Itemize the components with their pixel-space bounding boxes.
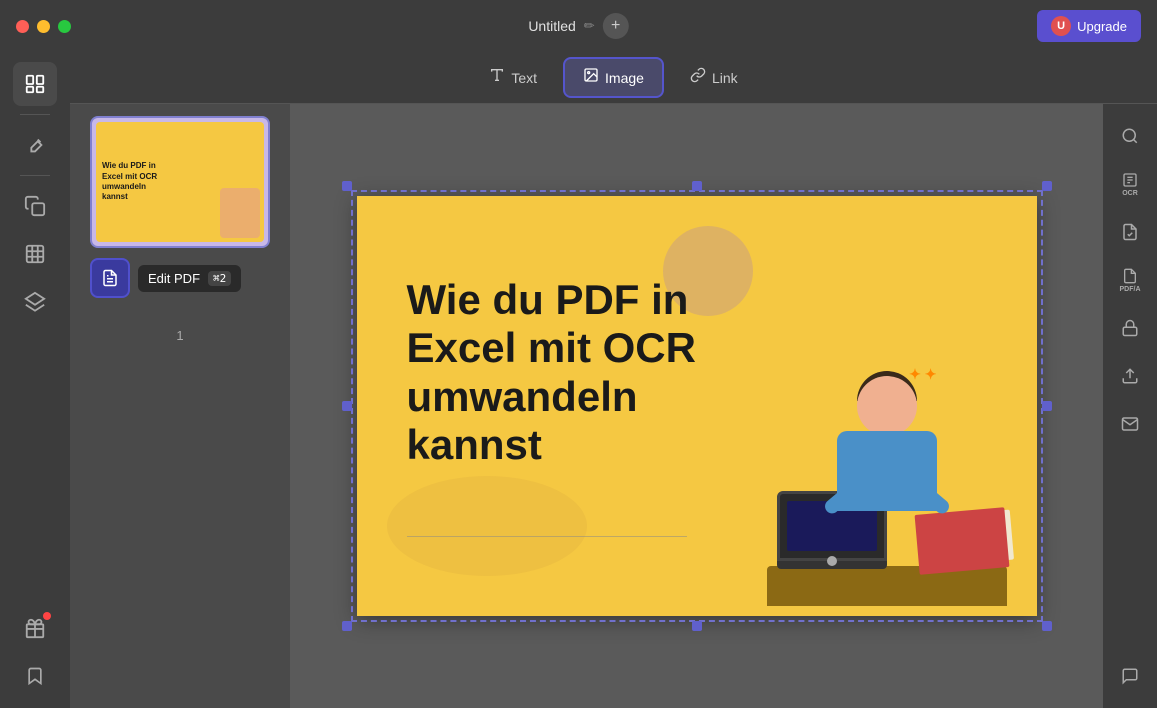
canvas-area[interactable]: Wie du PDF in Excel mit OCR umwandeln ka… [290,104,1103,708]
desk [767,566,1007,606]
document-title: Untitled [528,18,575,34]
sidebar-item-bookmark[interactable] [13,654,57,698]
right-sidebar-search[interactable] [1108,114,1152,158]
pdf-content: Wie du PDF in Excel mit OCR umwandeln ka… [357,196,1037,616]
handle-top-left[interactable] [342,181,352,191]
stress-lines: ✦ ✦ [909,366,936,383]
edit-pdf-text: Edit PDF [148,271,200,286]
pdf-divider-line [407,536,687,537]
minimize-button[interactable] [37,20,50,33]
edit-pdf-shortcut: ⌘2 [208,271,231,286]
title-area: Untitled ✏ + [528,13,628,39]
link-tool-label: Link [712,70,738,86]
pdf-bg-blob [387,476,587,576]
upgrade-button[interactable]: U Upgrade [1037,10,1141,42]
pdf-title-line3: umwandeln [407,373,696,421]
right-sidebar-ocr[interactable]: OCR [1108,162,1152,206]
pdf-title: Wie du PDF in Excel mit OCR umwandeln ka… [407,276,696,469]
edit-pdf-button[interactable] [90,258,130,298]
right-sidebar-pdfa[interactable]: PDF/A [1108,258,1152,302]
handle-bottom-left[interactable] [342,621,352,631]
handle-bottom-middle[interactable] [692,621,702,631]
titlebar: Untitled ✏ + U Upgrade [0,0,1157,52]
thumbnail-panel: Wie du PDF inExcel mit OCRumwandelnkanns… [70,104,290,708]
thumb-figure [220,188,260,238]
sidebar-item-grid[interactable] [13,232,57,276]
thumbnail-content: Wie du PDF inExcel mit OCRumwandelnkanns… [96,122,264,242]
person-body: ✦ ✦ [817,376,957,536]
text-tool-label: Text [511,70,537,86]
edit-title-icon[interactable]: ✏ [584,18,595,34]
sidebar-divider-2 [20,175,50,176]
pdf-title-line4: kannst [407,421,696,469]
sidebar-item-layers[interactable] [13,280,57,324]
main-area: Text Image [0,52,1157,708]
sidebar-divider-1 [20,114,50,115]
traffic-lights [16,20,71,33]
text-icon [489,67,505,88]
pdf-title-line1: Wie du PDF in [407,276,696,324]
pdf-canvas[interactable]: Wie du PDF in Excel mit OCR umwandeln ka… [357,196,1037,616]
sidebar-item-gift[interactable] [13,606,57,650]
right-sidebar-mail[interactable] [1108,402,1152,446]
person-arm-right [912,480,952,516]
right-sidebar-share[interactable] [1108,354,1152,398]
sidebar-item-pen[interactable] [13,123,57,167]
person-head [857,376,917,436]
page-thumbnail-wrapper: Wie du PDF inExcel mit OCRumwandelnkanns… [90,116,270,248]
close-button[interactable] [16,20,29,33]
person-illustration: ✦ ✦ [757,326,1017,606]
upgrade-label: Upgrade [1077,19,1127,34]
edit-pdf-label: Edit PDF ⌘2 [138,265,241,292]
image-tool-label: Image [605,70,644,86]
user-avatar: U [1051,16,1071,36]
person-torso [837,431,937,511]
page-thumbnail[interactable]: Wie du PDF inExcel mit OCRumwandelnkanns… [90,116,270,248]
pdf-title-line2: Excel mit OCR [407,324,696,372]
right-sidebar-lock[interactable] [1108,306,1152,350]
handle-bottom-right[interactable] [1042,621,1052,631]
handle-top-right[interactable] [1042,181,1052,191]
laptop-power-indicator [827,556,837,566]
pdfa-badge-text: PDF/A [1120,286,1141,293]
gift-notification-dot [43,612,51,620]
toolbar: Text Image [70,52,1157,104]
image-tool-button[interactable]: Image [563,57,664,98]
pdfa-icon-wrapper: PDF/A [1120,268,1141,293]
handle-top-middle[interactable] [692,181,702,191]
image-icon [583,67,599,88]
page-number: 1 [176,328,183,343]
text-tool-button[interactable]: Text [471,59,555,96]
sidebar-item-copy[interactable] [13,184,57,228]
right-sidebar: OCR [1103,104,1157,708]
handle-middle-right[interactable] [1042,401,1052,411]
right-sidebar-chat[interactable] [1108,654,1152,698]
ocr-icon-wrapper: OCR [1121,172,1139,197]
link-icon [690,67,706,88]
sidebar-item-pages[interactable] [13,62,57,106]
link-tool-button[interactable]: Link [672,59,756,96]
add-tab-button[interactable]: + [603,13,629,39]
person-arm-left [822,480,862,516]
left-sidebar [0,52,70,708]
handle-middle-left[interactable] [342,401,352,411]
ocr-badge-text: OCR [1122,190,1138,197]
right-sidebar-document[interactable] [1108,210,1152,254]
fullscreen-button[interactable] [58,20,71,33]
edit-pdf-tooltip: Edit PDF ⌘2 [90,258,241,298]
